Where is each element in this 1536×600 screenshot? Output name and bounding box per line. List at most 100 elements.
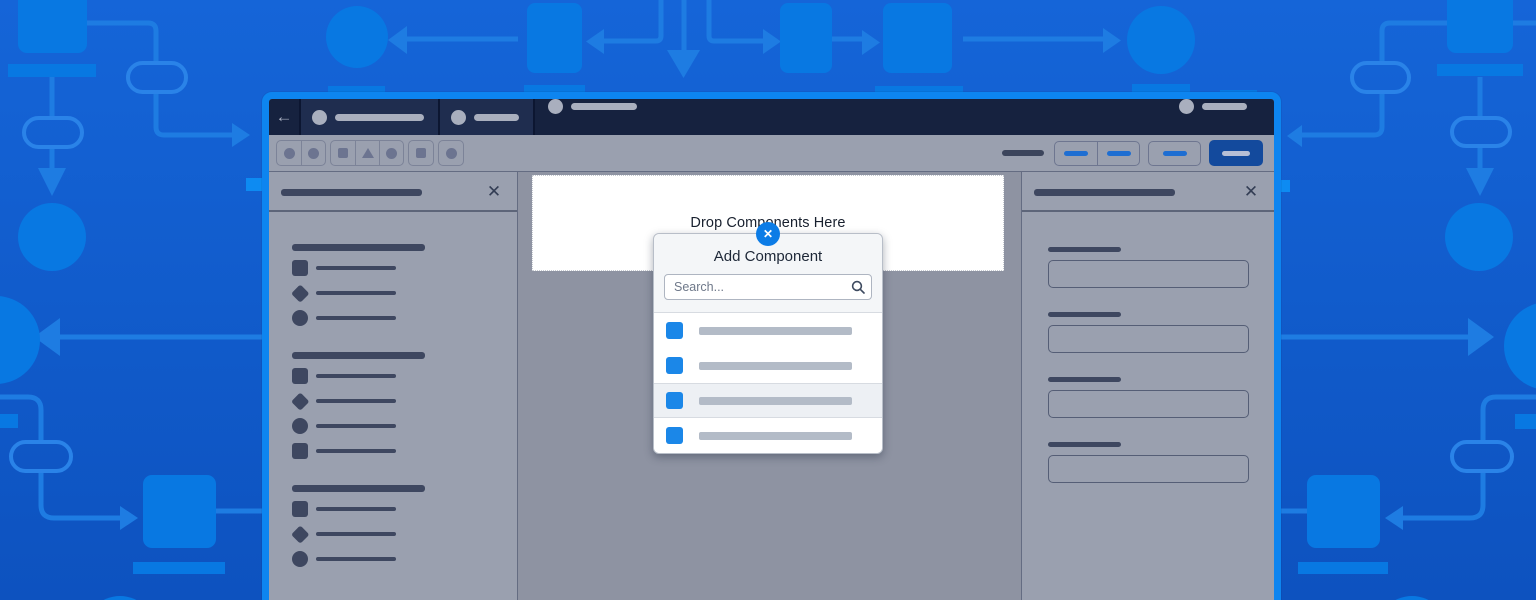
tab-avatar-circle — [548, 99, 563, 114]
square-icon — [292, 501, 308, 517]
right-panel-close-button[interactable]: ✕ — [1240, 181, 1262, 203]
square-icon — [338, 148, 348, 158]
panel-title-placeholder — [1034, 189, 1175, 196]
toolbar-square-button[interactable] — [409, 141, 433, 165]
button-label-placeholder — [1222, 151, 1250, 156]
search-icon — [851, 280, 865, 294]
toolbar-wire-button[interactable] — [1097, 142, 1139, 165]
square-icon — [292, 443, 308, 459]
field-label-placeholder — [1048, 247, 1121, 252]
component-list-item[interactable] — [292, 526, 517, 542]
component-result-row-highlighted[interactable] — [654, 383, 882, 418]
diamond-icon — [291, 284, 309, 302]
topbar: ← — [269, 99, 1274, 135]
circle-icon — [308, 148, 319, 159]
toolbar-button-single — [1148, 141, 1201, 166]
topbar-tab[interactable] — [438, 99, 533, 135]
tab-label-placeholder — [474, 114, 519, 121]
topbar-tab[interactable] — [1168, 99, 1261, 114]
component-name-placeholder — [699, 362, 852, 370]
button-label-placeholder — [1163, 151, 1187, 156]
toolbar-square-button[interactable] — [331, 141, 355, 165]
primary-action-button[interactable] — [1209, 140, 1263, 166]
toolbar-icon-group — [276, 140, 326, 166]
field-input[interactable] — [1048, 455, 1249, 483]
component-icon — [666, 322, 683, 339]
topbar-plain-item — [535, 99, 651, 135]
field-label-placeholder — [1048, 312, 1121, 317]
component-list-item[interactable] — [292, 551, 517, 567]
circle-icon — [292, 310, 308, 326]
topbar-tab[interactable] — [301, 99, 438, 135]
left-panel-close-button[interactable]: ✕ — [483, 181, 505, 203]
tab-label-placeholder — [571, 103, 637, 110]
field-input[interactable] — [1048, 390, 1249, 418]
search-field — [664, 274, 872, 300]
section-heading-placeholder — [292, 485, 425, 492]
component-list-item[interactable] — [292, 418, 517, 434]
component-list-item[interactable] — [292, 501, 517, 517]
component-list-item[interactable] — [292, 260, 517, 276]
triangle-icon — [362, 148, 374, 158]
section-heading-placeholder — [292, 352, 425, 359]
topbar-right-item — [1168, 99, 1261, 135]
button-label-placeholder — [1107, 151, 1131, 156]
topbar-tab[interactable] — [535, 99, 651, 114]
item-label-placeholder — [316, 449, 396, 454]
component-icon — [666, 392, 683, 409]
topbar-tab-strip — [299, 99, 535, 135]
component-results-list — [654, 313, 882, 453]
property-field — [1048, 377, 1248, 418]
back-arrow-icon: ← — [276, 107, 293, 127]
popover-close-button[interactable]: ✕ — [756, 222, 780, 246]
toolbar-label-placeholder — [1002, 150, 1044, 156]
toolbar-wire-button[interactable] — [1055, 142, 1097, 165]
toolbar-right — [1002, 140, 1263, 166]
circle-icon — [292, 551, 308, 567]
component-section — [292, 244, 517, 326]
toolbar-circle-button[interactable] — [379, 141, 403, 165]
back-button[interactable]: ← — [269, 99, 299, 135]
circle-icon — [386, 148, 397, 159]
property-field — [1048, 442, 1248, 483]
component-list-item[interactable] — [292, 443, 517, 459]
field-label-placeholder — [1048, 377, 1121, 382]
toolbar-triangle-button[interactable] — [355, 141, 379, 165]
components-panel-header: ✕ — [269, 172, 517, 212]
toolbar-circle-button[interactable] — [439, 141, 463, 165]
circle-icon — [284, 148, 295, 159]
item-label-placeholder — [316, 266, 396, 271]
component-result-row[interactable] — [654, 348, 882, 383]
item-label-placeholder — [316, 532, 396, 537]
components-list — [269, 244, 517, 567]
component-section — [292, 352, 517, 459]
tab-label-placeholder — [335, 114, 424, 121]
field-input[interactable] — [1048, 260, 1249, 288]
toolbar-circle-button[interactable] — [277, 141, 301, 165]
field-input[interactable] — [1048, 325, 1249, 353]
diamond-icon — [291, 392, 309, 410]
field-label-placeholder — [1048, 442, 1121, 447]
section-heading-placeholder — [292, 244, 425, 251]
tab-avatar-circle — [312, 110, 327, 125]
properties-panel: ✕ — [1021, 172, 1274, 600]
component-name-placeholder — [699, 432, 852, 440]
item-label-placeholder — [316, 316, 396, 321]
component-result-row[interactable] — [654, 313, 882, 348]
circle-icon — [292, 418, 308, 434]
item-label-placeholder — [316, 424, 396, 429]
page-canvas: Drop Components Here ✕ Add Component — [518, 172, 1021, 600]
popover-title: Add Component — [664, 248, 872, 265]
properties-panel-header: ✕ — [1022, 172, 1274, 212]
component-list-item[interactable] — [292, 368, 517, 384]
toolbar-circle-button[interactable] — [301, 141, 325, 165]
component-list-item[interactable] — [292, 393, 517, 409]
component-list-item[interactable] — [292, 285, 517, 301]
square-icon — [292, 260, 308, 276]
component-result-row[interactable] — [654, 418, 882, 453]
toolbar-wire-button[interactable] — [1149, 142, 1200, 165]
tab-avatar-circle — [1179, 99, 1194, 114]
component-list-item[interactable] — [292, 310, 517, 326]
search-input[interactable] — [664, 274, 872, 300]
toolbar-icon-group — [408, 140, 434, 166]
